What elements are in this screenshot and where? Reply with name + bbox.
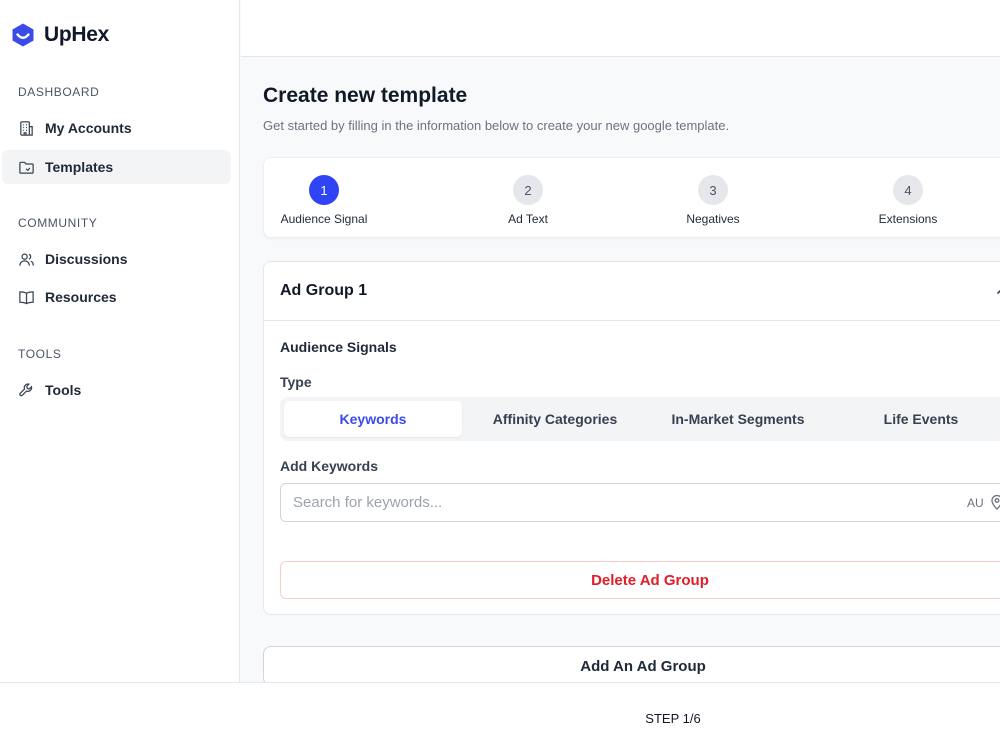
sidebar-item-templates[interactable]: Templates (2, 150, 231, 184)
add-ad-group-button[interactable]: Add An Ad Group (263, 646, 1000, 686)
ad-group-header[interactable]: Ad Group 1 (264, 262, 1000, 321)
top-bar (241, 0, 1000, 57)
tab-keywords[interactable]: Keywords (284, 401, 462, 437)
sidebar-item-label: My Accounts (45, 120, 132, 136)
page-subtitle: Get started by filling in the informatio… (263, 118, 730, 133)
step-label: Negatives (686, 212, 740, 226)
step-label: Ad Text (508, 212, 548, 226)
delete-ad-group-button[interactable]: Delete Ad Group (280, 561, 1000, 599)
step-label: Extensions (878, 212, 938, 226)
sidebar-item-label: Resources (45, 289, 117, 305)
tab-life-events[interactable]: Life Events (832, 401, 1000, 437)
brand-name: UpHex (44, 23, 110, 46)
sidebar-item-resources[interactable]: Resources (2, 280, 231, 314)
folder-icon (19, 161, 34, 174)
nav-section-community: COMMUNITY (18, 216, 98, 230)
type-label: Type (280, 374, 312, 390)
ad-group-card: Ad Group 1 Audience Signals Type Keyword… (263, 261, 1000, 615)
audience-signals-title: Audience Signals (280, 339, 397, 355)
page-title: Create new template (263, 84, 468, 107)
uphex-logo-icon (12, 23, 34, 47)
brand[interactable]: UpHex (10, 20, 109, 50)
sidebar-item-label: Discussions (45, 251, 128, 267)
location-code[interactable]: AU (967, 496, 984, 510)
nav-section-tools: TOOLS (18, 347, 62, 361)
wrench-icon (19, 382, 33, 396)
stepper: 1 Audience Signal 2 Ad Text 3 Negatives … (263, 157, 1000, 238)
type-segmented-control: Keywords Affinity Categories In-Market S… (280, 397, 1000, 441)
sidebar-item-tools[interactable]: Tools (2, 373, 231, 407)
step-label: Audience Signal (280, 212, 368, 226)
building-icon (20, 120, 33, 136)
nav-section-dashboard: DASHBOARD (18, 85, 100, 99)
sidebar: UpHex DASHBOARD My Accounts Templates CO… (0, 0, 240, 682)
step-negatives[interactable]: 3 Negatives (653, 175, 773, 226)
tab-in-market-segments[interactable]: In-Market Segments (649, 401, 827, 437)
step-ad-text[interactable]: 2 Ad Text (468, 175, 588, 226)
step-number: 3 (698, 175, 728, 205)
keyword-search-input[interactable] (281, 484, 941, 521)
step-extensions[interactable]: 4 Extensions (848, 175, 968, 226)
location-pin-icon[interactable] (989, 494, 1000, 510)
sidebar-item-my-accounts[interactable]: My Accounts (2, 111, 231, 145)
step-counter: STEP 1/6 (645, 711, 701, 726)
step-number: 1 (309, 175, 339, 205)
add-keywords-label: Add Keywords (280, 458, 379, 474)
keyword-search-box: AU (280, 483, 1000, 522)
tab-affinity-categories[interactable]: Affinity Categories (466, 401, 644, 437)
footer-bar: STEP 1/6 (0, 682, 1000, 750)
ad-group-title: Ad Group 1 (280, 282, 368, 299)
sidebar-item-discussions[interactable]: Discussions (2, 242, 231, 276)
step-audience-signal[interactable]: 1 Audience Signal (264, 175, 384, 226)
users-icon (19, 253, 34, 266)
sidebar-item-label: Templates (45, 159, 114, 175)
sidebar-item-label: Tools (45, 382, 82, 398)
step-number: 4 (893, 175, 923, 205)
step-number: 2 (513, 175, 543, 205)
book-icon (19, 290, 34, 304)
chevron-up-icon[interactable] (995, 284, 1000, 298)
